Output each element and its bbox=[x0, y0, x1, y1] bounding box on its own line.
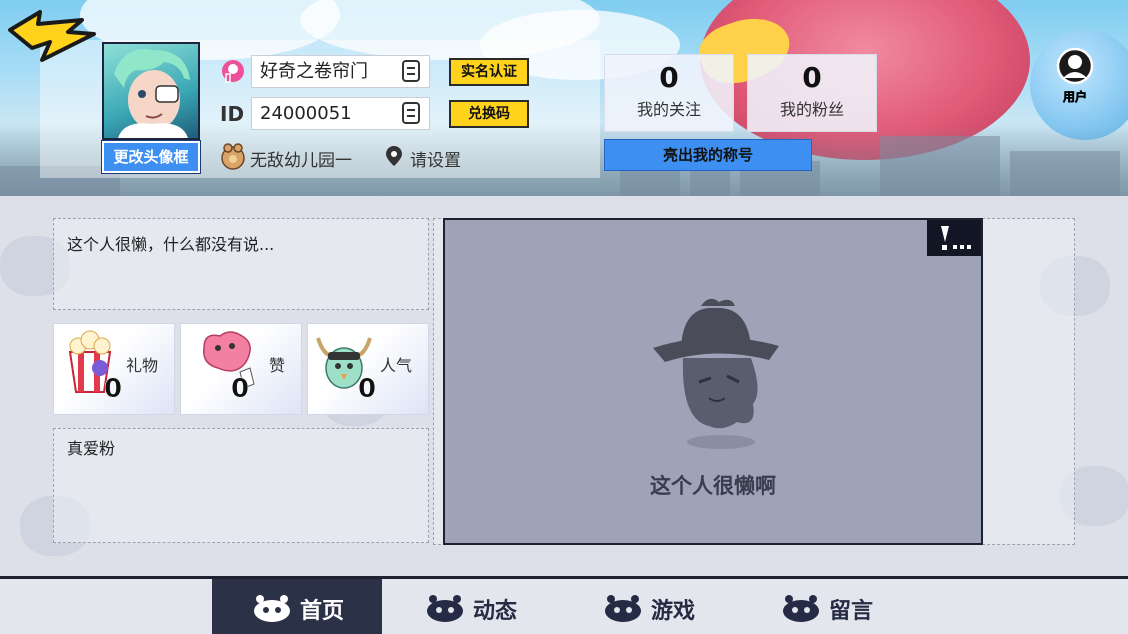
like-label: 赞 bbox=[268, 356, 285, 375]
following-card[interactable]: 0 我的关注 bbox=[604, 54, 734, 132]
followers-card[interactable]: 0 我的粉丝 bbox=[747, 54, 877, 132]
user-icon bbox=[1056, 47, 1094, 85]
change-frame-button[interactable]: 更改头像框 bbox=[101, 140, 201, 174]
user-button-label: 用户 bbox=[1062, 90, 1088, 105]
like-count: 0 bbox=[231, 374, 250, 405]
avatar-portrait-icon bbox=[114, 49, 190, 138]
show-title-button[interactable]: 亮出我的称号 bbox=[604, 139, 812, 171]
bio-box[interactable]: 这个人很懒，什么都没有说... bbox=[53, 218, 429, 310]
following-label: 我的关注 bbox=[636, 100, 701, 119]
home-mascot-icon bbox=[254, 595, 290, 622]
showcase-empty-text: 这个人很懒啊 bbox=[650, 474, 776, 498]
avatar[interactable] bbox=[102, 42, 200, 140]
tab-messages[interactable]: 留言 bbox=[741, 579, 911, 634]
location-setting-link[interactable]: 请设置 bbox=[410, 146, 461, 171]
tab-home[interactable]: 首页 bbox=[212, 579, 382, 634]
location-pin-icon bbox=[386, 146, 402, 166]
user-button[interactable]: 用户 bbox=[1052, 46, 1098, 104]
gift-count: 0 bbox=[104, 374, 123, 405]
true-fans-box[interactable]: 真爱粉 bbox=[53, 428, 429, 543]
popularity-label: 人气 bbox=[379, 356, 412, 375]
rank-badge-icon bbox=[221, 143, 245, 170]
followers-count: 0 bbox=[802, 61, 822, 94]
back-arrow-icon bbox=[8, 10, 96, 62]
tab-messages-label: 留言 bbox=[829, 599, 874, 624]
tab-home-label: 首页 bbox=[300, 599, 345, 624]
tab-games-label: 游戏 bbox=[651, 599, 696, 624]
redeem-code-button[interactable]: 兑换码 bbox=[449, 100, 529, 128]
id-label: ID bbox=[220, 102, 245, 126]
followers-label: 我的粉丝 bbox=[779, 100, 844, 119]
popularity-count: 0 bbox=[358, 374, 377, 405]
bio-text: 这个人很懒，什么都没有说... bbox=[67, 235, 275, 254]
popularity-card[interactable]: 人气 0 bbox=[307, 323, 429, 415]
heart-creature-icon bbox=[203, 331, 255, 389]
report-icon bbox=[941, 226, 971, 250]
lazy-ghost-icon bbox=[653, 298, 779, 449]
copy-id-icon[interactable] bbox=[402, 102, 420, 124]
report-button[interactable] bbox=[927, 220, 981, 256]
games-mascot-icon bbox=[605, 595, 641, 622]
like-card[interactable]: 赞 0 bbox=[180, 323, 302, 415]
tab-feed-label: 动态 bbox=[473, 599, 518, 624]
gift-label: 礼物 bbox=[125, 356, 158, 375]
main-content: 这个人很懒，什么都没有说... 礼物 0 赞 0 人气 0 真爱粉 这个人很懒啊 bbox=[0, 196, 1128, 576]
gift-card[interactable]: 礼物 0 bbox=[53, 323, 175, 415]
true-fans-label: 真爱粉 bbox=[67, 439, 116, 458]
rank-label: 无敌幼儿园一 bbox=[250, 151, 352, 171]
feed-mascot-icon bbox=[427, 595, 463, 622]
tab-games[interactable]: 游戏 bbox=[563, 579, 733, 634]
back-button[interactable] bbox=[2, 8, 98, 70]
bottom-nav: 首页 动态 游戏 留言 bbox=[0, 576, 1128, 634]
showcase-panel: 这个人很懒啊 bbox=[443, 218, 983, 545]
nickname-icon bbox=[222, 60, 244, 83]
tab-feed[interactable]: 动态 bbox=[385, 579, 555, 634]
following-count: 0 bbox=[659, 61, 679, 94]
copy-nickname-icon[interactable] bbox=[402, 60, 420, 82]
messages-mascot-icon bbox=[783, 595, 819, 622]
realname-verify-button[interactable]: 实名认证 bbox=[449, 58, 529, 86]
